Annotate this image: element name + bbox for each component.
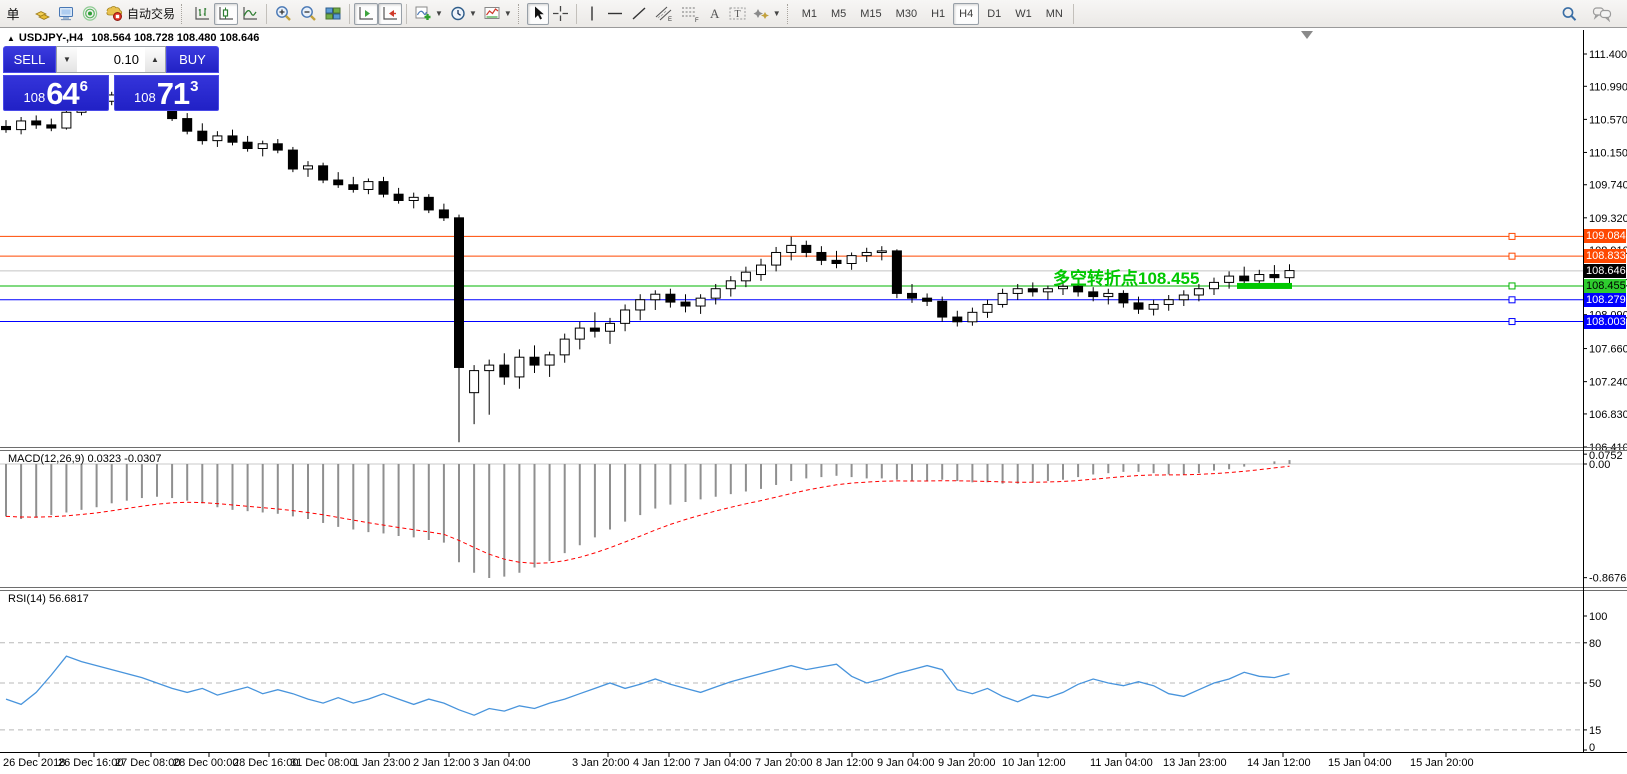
sell-button[interactable]: SELL [3,46,56,73]
lot-size-input[interactable] [77,47,145,72]
svg-text:15: 15 [1589,725,1601,737]
svg-text:107.660: 107.660 [1589,344,1627,356]
svg-text:26 Dec 16:00: 26 Dec 16:00 [58,757,123,769]
ask-pip-digit: 3 [190,78,198,95]
lot-size-box: ▼ ▲ [56,46,166,73]
svg-text:26 Dec 2018: 26 Dec 2018 [3,757,65,769]
symbol-header: ▲ USDJPY-,H4 108.564 108.728 108.480 108.6… [7,32,259,44]
bid-price-button[interactable]: 108646 [3,75,109,111]
svg-text:100: 100 [1589,611,1607,623]
svg-text:13 Jan 23:00: 13 Jan 23:00 [1163,757,1227,769]
svg-text:107.240: 107.240 [1589,377,1627,389]
rsi-indicator-label: RSI(14) 56.6817 [8,593,89,605]
price-badge-109.084[interactable]: 109.084 [1584,229,1626,243]
svg-text:109.320: 109.320 [1589,213,1627,225]
svg-text:3 Jan 04:00: 3 Jan 04:00 [473,757,531,769]
ohlc-values: 108.564 108.728 108.480 108.646 [91,32,259,44]
lot-decrease-button[interactable]: ▼ [57,47,77,72]
svg-text:11 Jan 04:00: 11 Jan 04:00 [1090,757,1153,769]
svg-text:31 Dec 08:00: 31 Dec 08:00 [290,757,355,769]
bid-pip-digit: 6 [80,78,88,95]
svg-text:109.740: 109.740 [1589,180,1627,192]
price-badge-108.003[interactable]: 108.003 [1584,315,1626,329]
line-handle[interactable] [1509,283,1515,289]
svg-text:4 Jan 12:00: 4 Jan 12:00 [633,757,691,769]
svg-text:15 Jan 20:00: 15 Jan 20:00 [1410,757,1474,769]
symbol-name: USDJPY-,H4 [19,32,83,44]
svg-text:8 Jan 12:00: 8 Jan 12:00 [816,757,874,769]
time-axis: 26 Dec 201826 Dec 16:0027 Dec 08:0028 De… [3,752,1474,769]
svg-text:0.00: 0.00 [1589,459,1610,471]
macd-indicator-label: MACD(12,26,9) 0.0323 -0.0307 [8,453,161,465]
bid-big-digits: 64 [46,81,78,107]
svg-text:106.830: 106.830 [1589,409,1627,421]
panel-collapse-icon[interactable]: ▲ [7,34,15,43]
ask-big-digits: 71 [157,81,189,107]
svg-text:7 Jan 20:00: 7 Jan 20:00 [755,757,813,769]
ask-price-button[interactable]: 108713 [114,75,220,111]
svg-text:50: 50 [1589,678,1601,690]
svg-text:110.150: 110.150 [1589,147,1627,159]
svg-text:1 Jan 23:00: 1 Jan 23:00 [353,757,411,769]
rsi-pane: 1008050150 [0,611,1607,754]
pane-borders [0,30,1627,753]
annotation-bar[interactable] [1237,283,1292,289]
macd-signal-line [6,466,1290,563]
svg-text:28 Dec 00:00: 28 Dec 00:00 [173,757,238,769]
buy-button[interactable]: BUY [166,46,219,73]
svg-text:7 Jan 04:00: 7 Jan 04:00 [694,757,752,769]
svg-text:111.400: 111.400 [1589,49,1627,61]
svg-text:9 Jan 20:00: 9 Jan 20:00 [938,757,996,769]
price-badge-108.833[interactable]: 108.833 [1584,249,1626,263]
rsi-line [6,656,1290,715]
svg-text:-0.8676: -0.8676 [1589,573,1626,585]
svg-text:110.990: 110.990 [1589,81,1627,93]
svg-text:9 Jan 04:00: 9 Jan 04:00 [877,757,935,769]
line-handle[interactable] [1509,297,1515,303]
svg-text:10 Jan 12:00: 10 Jan 12:00 [1002,757,1066,769]
line-handle[interactable] [1509,253,1515,259]
svg-text:14 Jan 12:00: 14 Jan 12:00 [1247,757,1311,769]
svg-text:110.570: 110.570 [1589,114,1627,126]
chart-annotation-text: 多空转折点108.455 [1053,264,1199,289]
chart-area[interactable]: 111.400 110.990 110.570 110.150 109.740 109.3… [0,0,1627,774]
svg-text:80: 80 [1589,638,1601,650]
price-badge-108.279[interactable]: 108.279 [1584,293,1626,307]
svg-text:28 Dec 16:00: 28 Dec 16:00 [233,757,298,769]
lot-increase-button[interactable]: ▲ [145,47,165,72]
chart-shift-marker-icon[interactable] [1301,31,1313,39]
macd-pane: 0.07520.00-0.8676 [0,450,1626,585]
svg-text:3 Jan 20:00: 3 Jan 20:00 [572,757,630,769]
svg-text:15 Jan 04:00: 15 Jan 04:00 [1328,757,1392,769]
bid-prefix: 108 [23,90,45,105]
ask-prefix: 108 [134,90,156,105]
one-click-trading-panel: SELL ▼ ▲ BUY 108646 108713 [3,46,219,111]
line-handle[interactable] [1509,319,1515,325]
price-badge-108.455[interactable]: 108.455 [1584,279,1626,293]
line-handle[interactable] [1509,233,1515,239]
price-badge-108.646: 108.646 [1584,264,1626,278]
svg-text:2 Jan 12:00: 2 Jan 12:00 [413,757,471,769]
svg-text:27 Dec 08:00: 27 Dec 08:00 [115,757,180,769]
trading-terminal: 单 自 [0,0,1627,774]
